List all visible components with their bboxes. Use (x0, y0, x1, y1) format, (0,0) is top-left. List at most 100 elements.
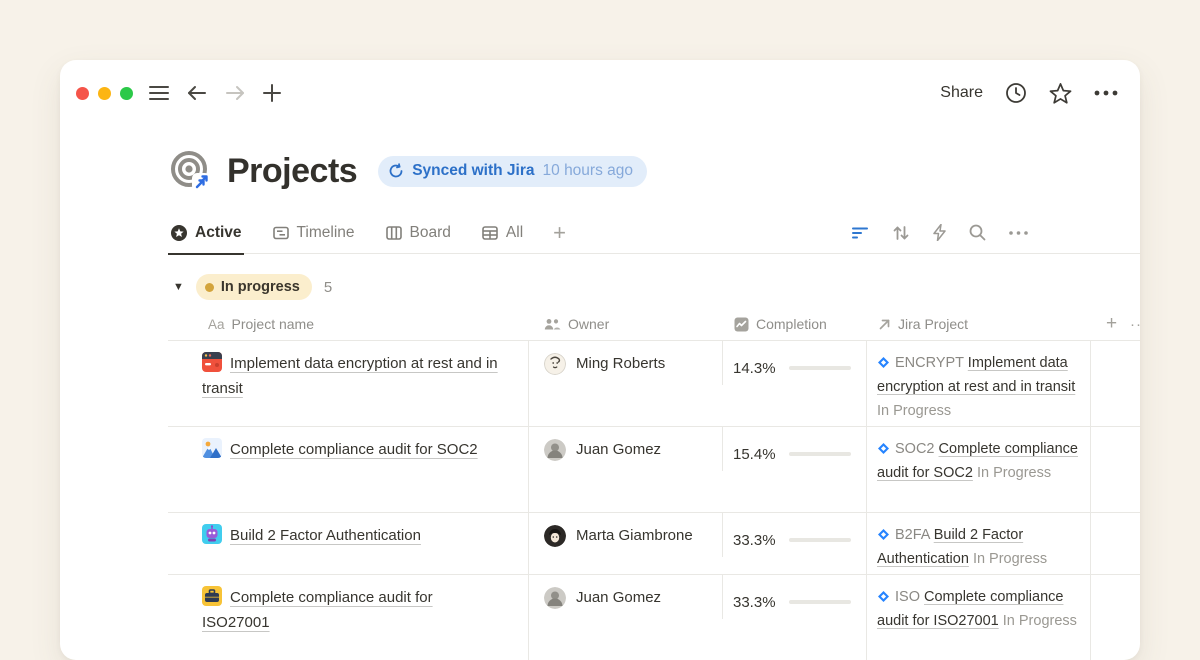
timeline-view-icon (272, 224, 290, 242)
sync-status-label: Synced with Jira (412, 162, 534, 180)
sort-icon[interactable] (892, 225, 910, 241)
completion-cell[interactable]: 33.3% (722, 513, 866, 557)
jira-project-cell[interactable]: B2FA Build 2 Factor Authentication In Pr… (866, 513, 1090, 574)
avatar (544, 587, 566, 609)
more-options-icon[interactable] (1094, 90, 1118, 96)
completion-percent: 33.3% (733, 594, 780, 611)
avatar (544, 353, 566, 375)
owner-name: Juan Gomez (576, 437, 661, 463)
nav-controls (149, 84, 281, 102)
tab-board[interactable]: Board (383, 212, 453, 254)
minimize-window-button[interactable] (98, 87, 111, 100)
close-window-button[interactable] (76, 87, 89, 100)
add-column-icon[interactable]: + (1106, 313, 1117, 335)
briefcase-icon (202, 586, 222, 606)
robot-icon (202, 524, 222, 544)
more-columns-icon[interactable]: ··· (1130, 316, 1140, 333)
table-row[interactable]: Complete compliance audit for ISO27001 J… (168, 575, 1140, 660)
table-view-icon (481, 224, 499, 242)
mountain-picture-icon (202, 438, 222, 458)
empty-cell (1090, 341, 1140, 426)
jira-project-cell[interactable]: ISO Complete compliance audit for ISO270… (866, 575, 1090, 660)
owner-cell[interactable]: Marta Giambrone (528, 513, 722, 574)
target-page-icon[interactable] (168, 149, 212, 193)
jira-key: ISO (895, 589, 920, 605)
jira-project-cell[interactable]: SOC2 Complete compliance audit for SOC2 … (866, 427, 1090, 512)
empty-cell (1090, 513, 1140, 574)
group-header: ▼ In progress 5 (168, 273, 1140, 301)
project-link[interactable]: Build 2 Factor Authentication (230, 527, 421, 544)
maximize-window-button[interactable] (120, 87, 133, 100)
jira-status: In Progress (977, 465, 1051, 481)
text-property-icon: Aa (208, 317, 225, 332)
view-more-icon[interactable] (1009, 231, 1028, 235)
jira-icon (877, 356, 890, 369)
table-row[interactable]: Build 2 Factor Authentication Marta Giam… (168, 513, 1140, 575)
group-status-pill[interactable]: In progress (196, 274, 312, 300)
progress-bar (789, 366, 851, 370)
project-name-cell[interactable]: Complete compliance audit for SOC2 (168, 427, 528, 512)
tab-label: All (506, 224, 523, 242)
starred-view-icon (170, 224, 188, 242)
add-view-button[interactable]: + (551, 212, 568, 254)
column-label: Completion (756, 316, 827, 332)
back-icon[interactable] (187, 85, 207, 101)
view-actions (851, 224, 1028, 241)
jira-icon (877, 528, 890, 541)
column-header-owner[interactable]: Owner (528, 316, 722, 332)
column-header-add[interactable]: + ··· (1090, 313, 1140, 335)
filter-icon[interactable] (851, 226, 869, 240)
app-window: Share (60, 60, 1140, 660)
completion-cell[interactable]: 15.4% (722, 427, 866, 471)
search-icon[interactable] (969, 224, 986, 241)
owner-cell[interactable]: Juan Gomez (528, 575, 722, 660)
tab-timeline[interactable]: Timeline (270, 212, 357, 254)
tab-active[interactable]: Active (168, 212, 244, 254)
jira-sync-badge[interactable]: Synced with Jira 10 hours ago (378, 156, 647, 187)
empty-cell (1090, 427, 1140, 512)
menu-icon[interactable] (149, 85, 169, 101)
jira-key: ENCRYPT (895, 355, 964, 371)
favorite-star-icon[interactable] (1049, 82, 1072, 104)
completion-cell[interactable]: 33.3% (722, 575, 866, 619)
column-label: Owner (568, 316, 609, 332)
column-header-jira-project[interactable]: Jira Project (866, 316, 1090, 332)
window-actions: Share (940, 82, 1118, 104)
collapse-triangle-icon[interactable]: ▼ (173, 281, 184, 293)
jira-project-cell[interactable]: ENCRYPT Implement data encryption at res… (866, 341, 1090, 426)
project-name-cell[interactable]: Build 2 Factor Authentication (168, 513, 528, 574)
forward-icon[interactable] (225, 85, 245, 101)
new-tab-icon[interactable] (263, 84, 281, 102)
table-row[interactable]: Implement data encryption at rest and in… (168, 341, 1140, 427)
progress-bar (789, 452, 851, 456)
column-label: Project name (232, 316, 314, 332)
status-dot (205, 283, 214, 292)
tab-label: Active (195, 224, 242, 242)
column-header-completion[interactable]: Completion (722, 316, 866, 332)
project-name-cell[interactable]: Complete compliance audit for ISO27001 (168, 575, 528, 660)
window-controls (76, 87, 133, 100)
table-row[interactable]: Complete compliance audit for SOC2 Juan … (168, 427, 1140, 513)
table-header-row: Aa Project name Owner Completion Jira Pr… (168, 308, 1140, 341)
project-name-cell[interactable]: Implement data encryption at rest and in… (168, 341, 528, 426)
owner-name: Marta Giambrone (576, 523, 693, 549)
people-icon (544, 318, 561, 331)
owner-cell[interactable]: Juan Gomez (528, 427, 722, 512)
project-link[interactable]: Implement data encryption at rest and in… (202, 355, 498, 397)
tab-all[interactable]: All (479, 212, 525, 254)
jira-icon (877, 590, 890, 603)
jira-key: B2FA (895, 527, 930, 543)
sync-time-label: 10 hours ago (543, 162, 634, 180)
project-link[interactable]: Complete compliance audit for ISO27001 (202, 589, 433, 631)
history-clock-icon[interactable] (1005, 82, 1027, 104)
group-count: 5 (324, 279, 332, 296)
tab-label: Timeline (297, 224, 355, 242)
owner-cell[interactable]: Ming Roberts (528, 341, 722, 426)
share-button[interactable]: Share (940, 84, 983, 102)
project-link[interactable]: Complete compliance audit for SOC2 (230, 441, 478, 458)
tab-label: Board (410, 224, 451, 242)
completion-percent: 33.3% (733, 532, 780, 549)
completion-cell[interactable]: 14.3% (722, 341, 866, 385)
column-header-project-name[interactable]: Aa Project name (168, 316, 528, 332)
automation-bolt-icon[interactable] (933, 224, 946, 241)
